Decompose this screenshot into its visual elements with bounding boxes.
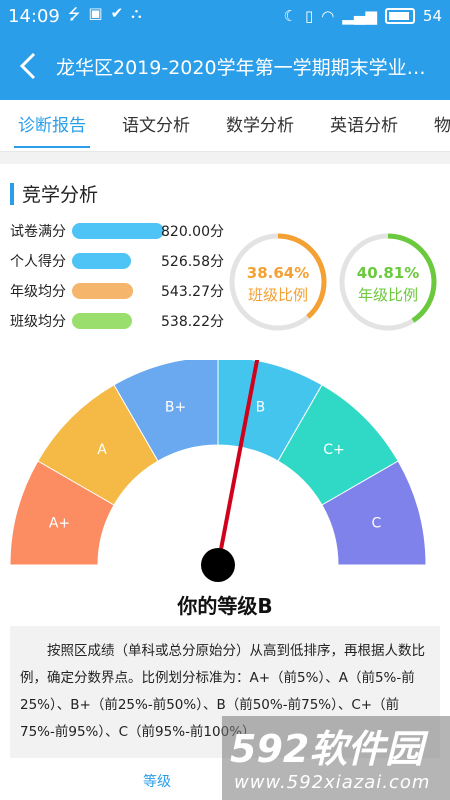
gauge-label: A <box>97 442 107 458</box>
ratio-rings: 38.64% 班级比例 40.81% 年级比例 <box>229 233 437 331</box>
score-label: 试卷满分 <box>10 224 66 240</box>
tab-diagnosis-report[interactable]: 诊断报告 <box>0 100 104 151</box>
tab-physics-analysis[interactable]: 物 <box>416 100 450 151</box>
section-title: 竞学分析 <box>22 184 99 206</box>
class-ratio-ring: 38.64% 班级比例 <box>229 233 327 331</box>
subject-tabs: 诊断报告 语文分析 数学分析 英语分析 物 <box>0 100 450 152</box>
ring-percent: 40.81% <box>357 264 419 282</box>
status-icons-right: ☾ ▯ ◠ ▂▄▆ 54 <box>283 7 442 25</box>
grade-gauge: A+ A B+ B C+ C <box>9 360 427 582</box>
gauge-label: C+ <box>323 442 345 458</box>
score-row-personal: 个人得分 526.58分 <box>10 246 230 276</box>
score-value: 820.00分 <box>161 224 224 240</box>
score-label: 个人得分 <box>10 254 66 270</box>
status-time: 14:09 <box>8 5 60 27</box>
grade-result: 你的等级B <box>177 594 273 618</box>
score-bar <box>72 253 131 269</box>
gauge-label: B+ <box>165 400 186 416</box>
tab-chinese-analysis[interactable]: 语文分析 <box>104 100 208 151</box>
watermark-url: www.592xiazai.com <box>234 772 431 793</box>
battery-level: 54 <box>422 7 442 25</box>
score-bar <box>72 223 164 239</box>
vibrate-icon: ▯ <box>304 7 314 25</box>
gauge-label: B <box>256 400 266 416</box>
section-divider <box>0 152 450 164</box>
score-row-class-avg: 班级均分 538.22分 <box>10 306 230 336</box>
score-comparison: 试卷满分 820.00分 个人得分 526.58分 年级均分 543.27分 班… <box>10 216 230 336</box>
tab-grade[interactable]: 等级 <box>82 771 232 791</box>
app-header: 龙华区2019-2020学年第一学期期末学业质.. <box>0 32 450 100</box>
chevron-left-icon <box>19 52 36 80</box>
battery-icon <box>384 8 415 24</box>
gauge-label: A+ <box>49 516 70 532</box>
score-row-full: 试卷满分 820.00分 <box>10 216 230 246</box>
share-icon: ⛬ <box>131 3 142 22</box>
moon-icon: ☾ <box>283 7 297 25</box>
watermark: 592软件园 www.592xiazai.com <box>222 716 450 800</box>
signal-icon: ▂▄▆ <box>342 7 377 25</box>
page-title: 龙华区2019-2020学年第一学期期末学业质.. <box>56 56 436 79</box>
tab-english-analysis[interactable]: 英语分析 <box>312 100 416 151</box>
score-value: 543.27分 <box>161 284 224 300</box>
status-bar: 14:09 ⭍ ▣ ✔ ⛬ ☾ ▯ ◠ ▂▄▆ 54 <box>0 0 450 32</box>
wifi-icon: ◠ <box>321 7 335 25</box>
check-icon: ✔ <box>110 3 124 22</box>
score-value: 538.22分 <box>161 314 224 330</box>
ring-label: 班级比例 <box>248 286 308 304</box>
gauge-label: C <box>372 516 382 532</box>
score-label: 年级均分 <box>10 284 66 300</box>
status-icons-left: ⭍ ▣ ✔ ⛬ <box>68 4 142 29</box>
section-marker <box>10 182 14 205</box>
score-bar <box>72 313 132 329</box>
watermark-logo: 592软件园 <box>230 727 424 771</box>
usb-icon: ⭍ <box>67 4 81 23</box>
ring-label: 年级比例 <box>358 286 418 304</box>
section-header: 竞学分析 <box>10 180 98 207</box>
image-icon: ▣ <box>88 3 103 22</box>
score-row-grade-avg: 年级均分 543.27分 <box>10 276 230 306</box>
score-label: 班级均分 <box>10 314 66 330</box>
tab-math-analysis[interactable]: 数学分析 <box>208 100 312 151</box>
back-button[interactable] <box>0 32 56 100</box>
grade-ratio-ring: 40.81% 年级比例 <box>339 233 437 331</box>
score-bar <box>72 283 133 299</box>
ring-percent: 38.64% <box>247 264 309 282</box>
score-value: 526.58分 <box>161 254 224 270</box>
gauge-hub <box>201 548 235 582</box>
